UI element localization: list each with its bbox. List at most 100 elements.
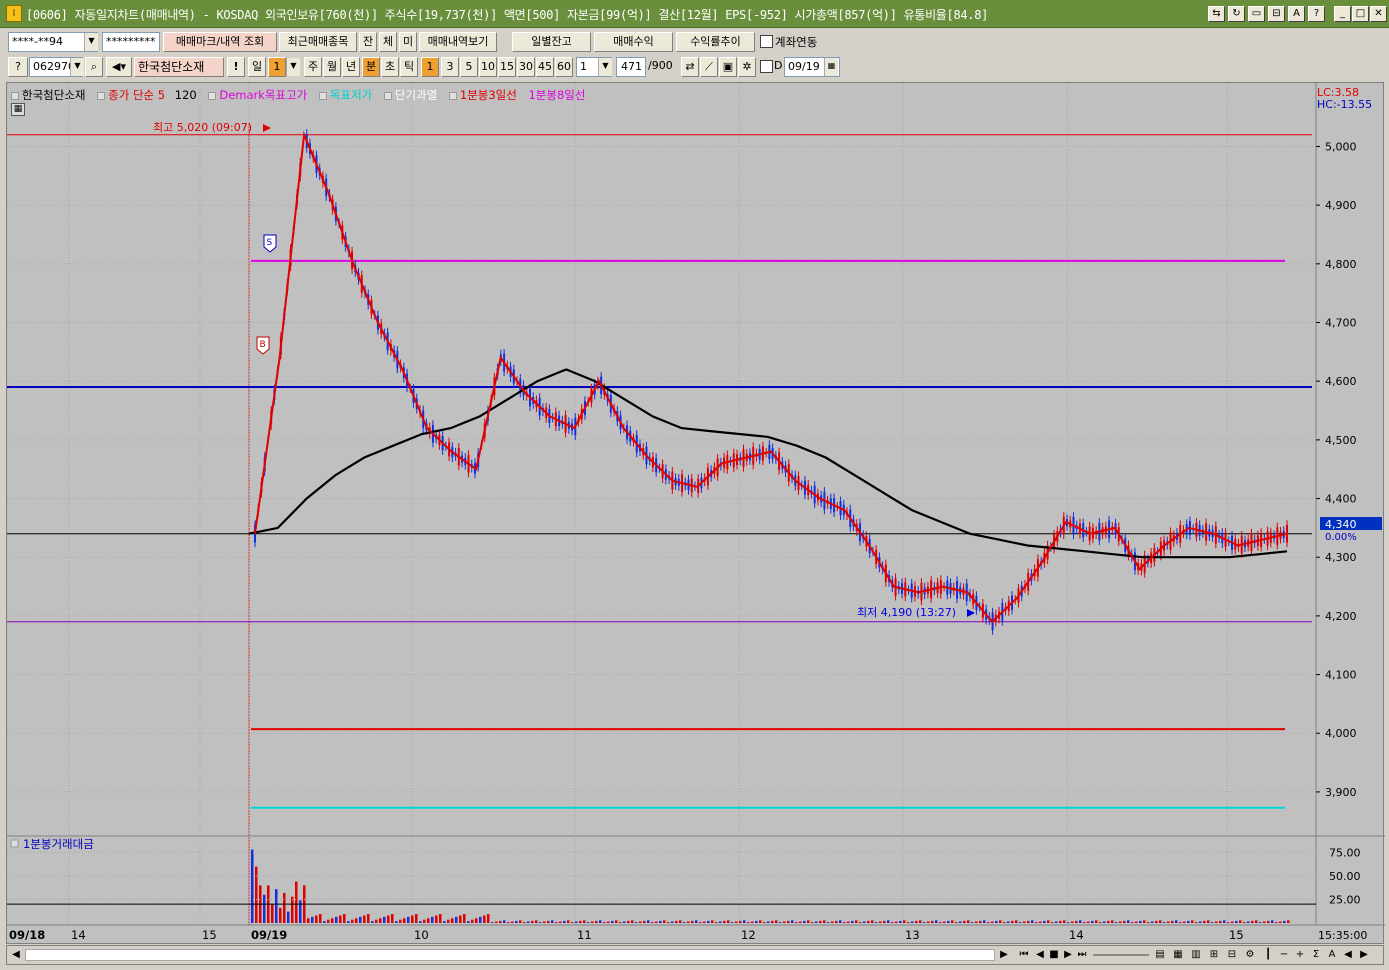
last-icon[interactable]: ⏭ <box>1075 948 1089 962</box>
trade-profit-button[interactable]: 매매수익 <box>594 32 673 52</box>
vert-icon[interactable]: ┃ <box>1261 948 1275 962</box>
table-icon[interactable]: ▥ <box>1189 948 1203 962</box>
volume-bar <box>823 920 826 923</box>
price-tick-label: 4,500 <box>1325 434 1357 447</box>
account-link-checkbox[interactable] <box>760 35 773 48</box>
volume-bar <box>467 921 470 923</box>
layout-icon[interactable]: ▤ <box>1153 948 1167 962</box>
interval-5[interactable]: 5 <box>460 57 478 77</box>
interval-60[interactable]: 60 <box>555 57 573 77</box>
interval-10[interactable]: 10 <box>479 57 497 77</box>
date-checkbox[interactable] <box>760 60 773 73</box>
toggle-icon[interactable]: ⊞ <box>1207 948 1221 962</box>
speaker-icon[interactable]: ◀▾ <box>106 57 132 77</box>
nav-right-icon[interactable]: ▶ <box>1357 948 1371 962</box>
maximize-button[interactable]: □ <box>1352 6 1369 22</box>
period-second[interactable]: 초 <box>381 57 399 77</box>
view-trades-button[interactable]: 매매내역보기 <box>419 32 497 52</box>
search-code-icon[interactable]: ? <box>8 57 28 77</box>
recent-trades-button[interactable]: 최근매매종목 <box>279 32 357 52</box>
volume-bar <box>1107 920 1110 923</box>
calendar-icon[interactable]: ▦ <box>824 58 838 76</box>
scroll-right-icon[interactable]: ▶ <box>997 948 1011 962</box>
minimize-button[interactable]: _ <box>1334 6 1351 22</box>
chart-area[interactable]: 한국첨단소재 종가 단순 5 120 Demark목표고가 목표저가 단기과열 … <box>6 82 1385 945</box>
volume-bar <box>1191 920 1194 923</box>
period-day[interactable]: 일 <box>248 57 266 77</box>
minus-icon[interactable]: − <box>1277 948 1291 962</box>
next-icon[interactable]: ▶ <box>1061 948 1075 962</box>
volume-bar <box>655 921 658 923</box>
volume-bar <box>571 922 574 923</box>
price-tick-label: 4,800 <box>1325 258 1357 271</box>
volume-bar <box>983 920 986 923</box>
volume-bar <box>439 914 442 923</box>
interval-1[interactable]: 1 <box>421 57 439 77</box>
volume-bar <box>1275 922 1278 923</box>
title-bar: I [0606] 자동일지차트(매매내역) - KOSDAQ 외국인보유[760… <box>0 0 1389 28</box>
balance-button[interactable]: 잔 <box>359 32 377 52</box>
price-tick-label: 4,900 <box>1325 199 1357 212</box>
daily-balance-button[interactable]: 일별잔고 <box>512 32 591 52</box>
nav-left-icon[interactable]: ◀ <box>1341 948 1355 962</box>
text-tool-icon[interactable]: Σ <box>1309 948 1323 962</box>
volume-bar <box>915 920 918 923</box>
filled-button[interactable]: 체 <box>379 32 397 52</box>
volume-bar <box>871 920 874 923</box>
volume-bar <box>1203 920 1206 923</box>
plus-icon[interactable]: + <box>1293 948 1307 962</box>
volume-bar <box>1011 920 1014 923</box>
period-week[interactable]: 주 <box>304 57 322 77</box>
alert-icon[interactable]: ! <box>227 57 245 77</box>
volume-bar <box>623 921 626 923</box>
volume-bar <box>487 914 490 923</box>
scroll-left-icon[interactable]: ◀ <box>9 948 23 962</box>
grid-icon[interactable]: ▦ <box>1171 948 1185 962</box>
refresh-icon[interactable]: ↻ <box>1228 6 1245 22</box>
time-tick-label: 13 <box>905 928 920 942</box>
help-icon[interactable]: ? <box>1308 6 1325 22</box>
stock-name-field[interactable]: 한국첨단소재 <box>134 57 224 77</box>
config-icon[interactable]: ⚙ <box>1243 948 1257 962</box>
unfilled-button[interactable]: 미 <box>399 32 417 52</box>
prev-icon[interactable]: ◀ <box>1033 948 1047 962</box>
interval-45[interactable]: 45 <box>536 57 554 77</box>
pin-icon[interactable]: ⊟ <box>1268 6 1285 22</box>
chart-tool-icon[interactable]: ⇄ <box>681 57 699 77</box>
password-field[interactable]: ********* <box>102 32 160 52</box>
interval-dropdown-icon[interactable]: ▼ <box>598 58 612 76</box>
account-dropdown-icon[interactable]: ▼ <box>84 33 98 51</box>
return-trend-button[interactable]: 수익률추이 <box>676 32 755 52</box>
split-icon[interactable]: ⊟ <box>1225 948 1239 962</box>
first-icon[interactable]: ⏮ <box>1017 948 1031 962</box>
save-icon[interactable]: ▣ <box>719 57 737 77</box>
scroll-track[interactable] <box>25 949 995 961</box>
font-icon[interactable]: A <box>1288 6 1305 22</box>
mark-query-button[interactable]: 매매마크/내역 조회 <box>163 32 277 52</box>
period-month[interactable]: 월 <box>323 57 341 77</box>
magnifier-icon[interactable]: ⌕ <box>85 57 103 77</box>
font-tool-icon[interactable]: A <box>1325 948 1339 962</box>
line-tool-icon[interactable]: ⟋ <box>700 57 718 77</box>
zoom-track[interactable] <box>1093 954 1149 956</box>
volume-bar <box>1223 920 1226 923</box>
period-tick[interactable]: 틱 <box>400 57 418 77</box>
window-icon[interactable]: ▭ <box>1248 6 1265 22</box>
period-dropdown-icon[interactable]: ▼ <box>286 58 300 76</box>
price-chart[interactable]: 5,000 4,900 4,800 4,700 4,600 4,500 4,400 4,300… <box>7 83 1385 945</box>
settings-icon[interactable]: ✲ <box>738 57 756 77</box>
code-dropdown-icon[interactable]: ▼ <box>70 58 84 76</box>
interval-15[interactable]: 15 <box>498 57 516 77</box>
interval-30[interactable]: 30 <box>517 57 535 77</box>
link-icon[interactable]: ⇆ <box>1208 6 1225 22</box>
count-field[interactable]: 471 <box>616 57 646 77</box>
volume-bar <box>907 922 910 923</box>
period-minute[interactable]: 분 <box>362 57 380 77</box>
time-tick-label: 09/18 <box>9 928 45 942</box>
close-button[interactable]: ✕ <box>1370 6 1387 22</box>
period-day-count[interactable]: 1 <box>268 57 286 77</box>
stop-icon[interactable]: ■ <box>1047 948 1061 962</box>
interval-3[interactable]: 3 <box>441 57 459 77</box>
volume-bar <box>1243 922 1246 923</box>
period-year[interactable]: 년 <box>342 57 360 77</box>
